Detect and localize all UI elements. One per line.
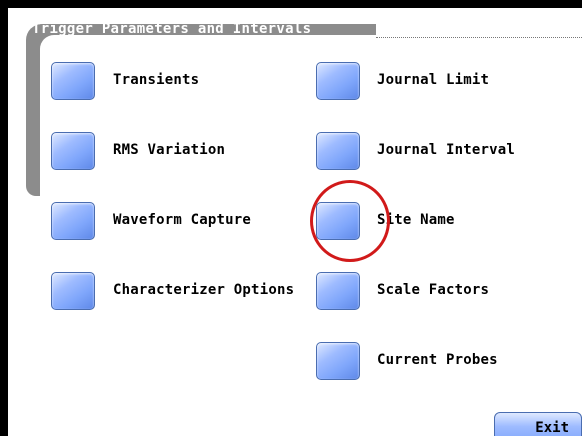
characterizer-options-button[interactable] (51, 272, 95, 310)
waveform-capture-button[interactable] (51, 202, 95, 240)
highlight-circle (310, 180, 390, 262)
journal-interval-label: Journal Interval (377, 142, 516, 158)
transients-button[interactable] (51, 62, 95, 100)
current-probes-label: Current Probes (377, 352, 498, 368)
transients-label: Transients (113, 72, 200, 88)
journal-interval-button[interactable] (316, 132, 360, 170)
screen: Trigger Parameters and Intervals Transie… (8, 8, 582, 436)
waveform-capture-label: Waveform Capture (113, 212, 252, 228)
characterizer-options-label: Characterizer Options (113, 282, 295, 298)
divider (376, 37, 582, 38)
panel-body (40, 35, 582, 436)
panel-title: Trigger Parameters and Intervals (32, 21, 312, 37)
scale-factors-label: Scale Factors (377, 282, 490, 298)
exit-button[interactable]: Exit (494, 412, 582, 436)
journal-limit-label: Journal Limit (377, 72, 490, 88)
journal-limit-button[interactable] (316, 62, 360, 100)
rms-variation-button[interactable] (51, 132, 95, 170)
exit-label: Exit (535, 420, 569, 436)
rms-variation-label: RMS Variation (113, 142, 226, 158)
current-probes-button[interactable] (316, 342, 360, 380)
scale-factors-button[interactable] (316, 272, 360, 310)
